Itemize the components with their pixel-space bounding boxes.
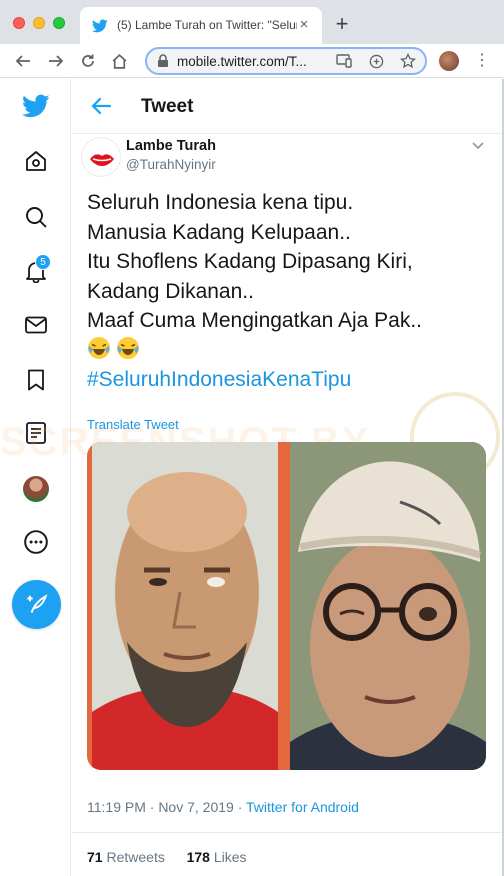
photo-right[interactable] [290,442,486,770]
translate-tweet-link[interactable]: Translate Tweet [87,417,179,432]
profile-avatar[interactable] [23,476,49,502]
tweet-line: Seluruh Indonesia kena tipu. [87,191,354,214]
tweet-source-link[interactable]: Twitter for Android [246,799,359,815]
page-header: Tweet [72,79,504,134]
tweet-line: Kadang Dikanan.. [87,279,254,303]
meta-separator: · [233,799,247,815]
tweet-text: Seluruh Indonesia kena tipu. Manusia Kad… [87,188,497,395]
minimize-window-button[interactable] [33,17,45,29]
hashtag-link[interactable]: #SeluruhIndonesiaKenaTipu [87,365,497,395]
maximize-window-button[interactable] [53,17,65,29]
cast-icon[interactable] [335,52,353,70]
author-avatar[interactable] [81,137,121,177]
chevron-down-icon[interactable] [470,137,486,153]
lock-icon [158,54,168,67]
tab-close-icon[interactable]: × [294,15,314,35]
back-arrow-icon[interactable] [90,95,112,117]
tweet-meta: 11:19 PM · Nov 7, 2019 · Twitter for And… [87,799,359,815]
tweet-timestamp[interactable]: 11:19 PM · Nov 7, 2019 [87,799,234,815]
messages-icon[interactable] [22,311,50,339]
like-count[interactable]: 178 [187,849,210,865]
author-display-name[interactable]: Lambe Turah [126,138,216,154]
laughing-tears-emoji-icon [88,336,110,359]
retweets-label[interactable]: Retweets [106,849,164,865]
divider [72,832,504,833]
twitter-sidebar: 5 [0,79,71,876]
url-text: mobile.twitter.com/T... [177,54,307,69]
retweet-count[interactable]: 71 [87,849,103,865]
tweet-media[interactable] [87,442,486,770]
twitter-logo-icon[interactable] [22,92,50,120]
reload-icon[interactable] [76,49,100,73]
address-bar[interactable]: mobile.twitter.com/T... [145,47,427,75]
search-icon[interactable] [22,203,50,231]
emoji-line [87,336,497,366]
laughing-tears-emoji-icon [117,336,139,359]
tab-title: (5) Lambe Turah on Twitter: "Seluruh Ind… [117,18,297,32]
more-icon[interactable] [22,528,50,556]
tweet-line: Itu Shoflens Kadang Dipasang Kiri, [87,250,413,273]
home-icon[interactable] [107,49,131,73]
compose-tweet-icon [26,593,47,613]
new-tab-button[interactable]: + [330,12,354,36]
home-icon[interactable] [22,147,50,175]
back-arrow-icon[interactable] [11,49,35,73]
bookmarks-icon[interactable] [22,366,50,394]
profile-avatar-icon[interactable] [439,51,459,71]
compose-tweet-button[interactable] [12,580,61,629]
zoom-icon[interactable] [367,52,385,70]
forward-arrow-icon[interactable] [44,49,68,73]
author-username[interactable]: @TurahNyinyir [126,157,216,172]
twitter-favicon-icon [92,19,108,33]
bookmark-star-icon[interactable] [399,52,417,70]
browser-menu-icon[interactable]: ⋮ [473,51,491,71]
likes-label[interactable]: Likes [214,849,247,865]
browser-toolbar: mobile.twitter.com/T... ⋮ [0,44,504,78]
browser-titlebar: (5) Lambe Turah on Twitter: "Seluruh Ind… [0,0,504,44]
tweet-stats: 71 Retweets 178 Likes [87,849,247,865]
close-window-button[interactable] [13,17,25,29]
page-title: Tweet [141,96,194,117]
tweet-line: Maaf Cuma Mengingatkan Aja Pak.. [87,309,423,332]
tweet-line: Manusia Kadang Kelupaan.. [87,220,351,244]
notification-badge: 5 [35,254,51,270]
photo-left[interactable] [92,442,278,770]
browser-tab[interactable]: (5) Lambe Turah on Twitter: "Seluruh Ind… [80,7,322,44]
